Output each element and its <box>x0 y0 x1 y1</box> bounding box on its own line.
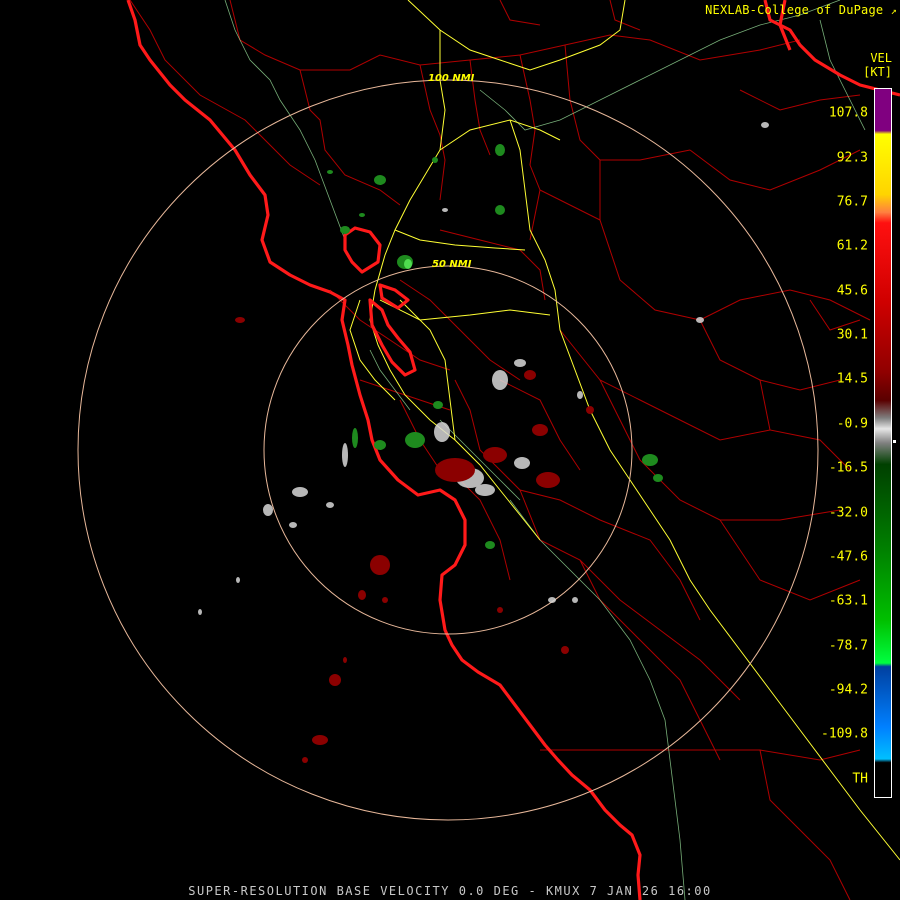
scale-label: 45.6 <box>836 283 868 299</box>
color-bar-frame <box>874 88 892 798</box>
scale-label: -63.1 <box>828 593 868 609</box>
scale-label-threshold: TH <box>852 771 868 787</box>
legend-product-code: VEL <box>870 51 892 65</box>
scale-label: -94.2 <box>828 682 868 698</box>
scale-label: -47.6 <box>828 549 868 565</box>
scale-label: -32.0 <box>828 505 868 521</box>
range-ring-label-100: 100 NMI <box>428 73 475 84</box>
scale-label: -0.9 <box>836 416 868 432</box>
scale-label: 76.7 <box>836 194 868 210</box>
scale-label: 92.3 <box>836 150 868 166</box>
external-link-icon: ↗ <box>890 6 897 17</box>
product-caption: SUPER-RESOLUTION BASE VELOCITY 0.0 DEG -… <box>188 884 712 898</box>
legend-unit: [KT] <box>863 65 892 79</box>
range-ring-label-50: 50 NMI <box>432 259 472 270</box>
scale-label: 61.2 <box>836 238 868 254</box>
scale-label: -78.7 <box>828 638 868 654</box>
legend-header: VEL [KT] <box>863 51 892 79</box>
scale-label: 107.8 <box>828 105 868 121</box>
scale-label: 14.5 <box>836 371 868 387</box>
credit-text: NEXLAB-College of DuPage <box>705 3 884 17</box>
credit-banner[interactable]: NEXLAB-College of DuPage ↗ <box>705 3 897 17</box>
scale-label: -109.8 <box>821 726 868 742</box>
scale-label: 30.1 <box>836 327 868 343</box>
scale-pointer <box>893 440 896 443</box>
scale-label: -16.5 <box>828 460 868 476</box>
radar-map <box>0 0 900 900</box>
